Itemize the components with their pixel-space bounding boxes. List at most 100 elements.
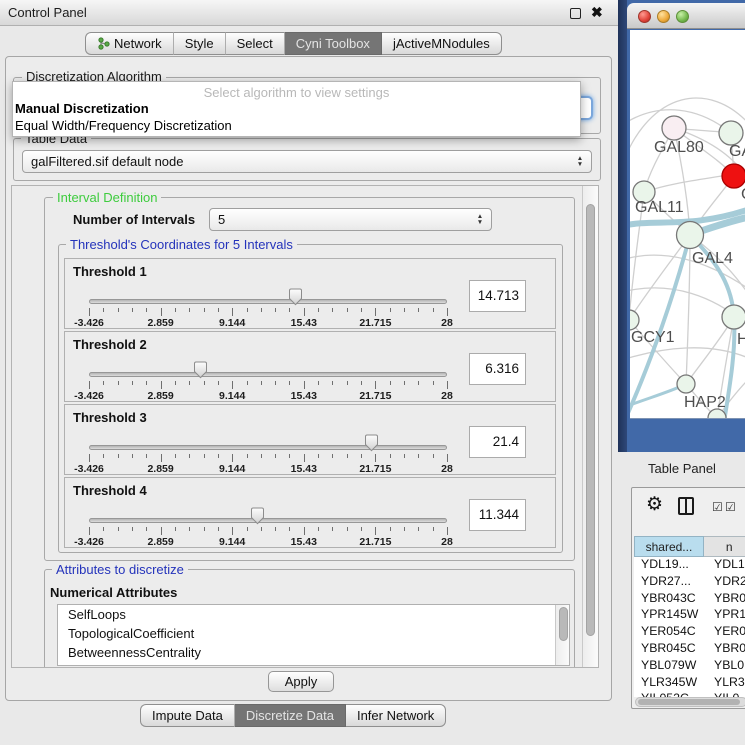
cell: YER0	[705, 624, 745, 641]
network-graph: GAL80 GA C GAL11 GAL4 GCY1 H HAP2	[630, 30, 745, 419]
list-item-selfloops[interactable]: SelfLoops	[58, 605, 569, 624]
cell: YBR0	[705, 641, 745, 658]
list-item-betweennesscentrality[interactable]: BetweennessCentrality	[58, 643, 569, 662]
algorithm-dropdown-popup: Select algorithm to view settings Manual…	[12, 81, 581, 137]
column-header-shared-name[interactable]: shared...	[634, 536, 704, 557]
node-label-gal80: GAL80	[654, 139, 704, 156]
network-window-titlebar[interactable]	[627, 3, 745, 29]
network-icon	[97, 37, 110, 50]
popup-item-equal-width-frequency[interactable]: Equal Width/Frequency Discretization	[13, 117, 580, 134]
tab-style-label: Style	[185, 36, 214, 51]
node-label-gal4: GAL4	[692, 250, 733, 267]
node-gal80[interactable]	[662, 116, 686, 140]
settings-scroll-pane: Interval Definition Number of Intervals …	[11, 185, 599, 668]
node-gal4[interactable]	[677, 222, 704, 249]
threshold-3-slider[interactable]	[89, 445, 447, 450]
threshold-2-value-field[interactable]: 6.316	[469, 353, 526, 385]
number-of-intervals-combobox[interactable]: 5 ▲▼	[209, 208, 492, 231]
table-horizontal-scrollbar[interactable]	[635, 697, 745, 707]
popup-item-manual-discretization[interactable]: Manual Discretization	[13, 100, 580, 117]
tab-cyni-toolbox[interactable]: Cyni Toolbox	[285, 32, 382, 55]
threshold-4-slider[interactable]	[89, 518, 447, 523]
tick-label: 21.715	[359, 463, 391, 475]
table-horizontal-scrollbar-thumb[interactable]	[638, 699, 740, 705]
node-ga[interactable]	[719, 121, 743, 145]
slider-ticks	[89, 454, 447, 463]
tick-label: 2.859	[147, 317, 173, 329]
tab-jactive-label: jActiveMNodules	[393, 36, 490, 51]
tick-label: 15.43	[291, 536, 317, 548]
tab-select[interactable]: Select	[226, 32, 285, 55]
tick-label: 28	[441, 536, 453, 548]
threshold-3-value-field[interactable]: 21.4	[469, 426, 526, 458]
cell: YLR3	[705, 675, 745, 692]
threshold-4-value-field[interactable]: 11.344	[469, 499, 526, 531]
table-row[interactable]: YBR043CYBR0	[634, 591, 745, 608]
list-item-topologicalcoefficient[interactable]: TopologicalCoefficient	[58, 624, 569, 643]
settings-scrollbar-thumb[interactable]	[586, 204, 595, 636]
cell: YBR0	[705, 591, 745, 608]
tab-infer-network[interactable]: Infer Network	[346, 704, 446, 727]
node-gcy1[interactable]	[630, 310, 639, 330]
node-label-gal11: GAL11	[635, 199, 684, 216]
apply-button[interactable]: Apply	[268, 671, 334, 692]
checkbox-icon[interactable]: ☑	[712, 500, 723, 514]
tick-label: 2.859	[147, 463, 173, 475]
column-header-name[interactable]: n	[704, 536, 745, 557]
node-label-h: H	[737, 331, 745, 348]
table-header-row: shared... n	[634, 536, 745, 557]
tab-network[interactable]: Network	[85, 32, 174, 55]
table-row[interactable]: YBR045CYBR0	[634, 641, 745, 658]
node-hap2[interactable]	[677, 375, 695, 393]
tick-label: 28	[441, 463, 453, 475]
table-row[interactable]: YER054CYER0	[634, 624, 745, 641]
tab-jactivemnodules[interactable]: jActiveMNodules	[382, 32, 502, 55]
table-row[interactable]: YBL079WYBL0	[634, 658, 745, 675]
column-settings-icon[interactable]	[678, 497, 694, 515]
table-data-combobox[interactable]: galFiltered.sif default node ▲▼	[22, 150, 592, 173]
cell: YBR043C	[634, 591, 705, 608]
thresholds-group-label: Threshold's Coordinates for 5 Intervals	[66, 237, 297, 252]
node-h[interactable]	[722, 305, 745, 329]
node-label-hap2: HAP2	[684, 394, 726, 411]
cell: YER054C	[634, 624, 705, 641]
list-scrollbar-thumb[interactable]	[559, 607, 568, 641]
gear-icon[interactable]: ⚙	[646, 493, 663, 516]
table-row[interactable]: YPR145WYPR1	[634, 607, 745, 624]
close-icon[interactable]: ✖	[591, 4, 603, 21]
checkbox-icon[interactable]: ☑	[725, 500, 736, 514]
cell: YPR1	[705, 607, 745, 624]
threshold-2-row: Threshold 2 -3.426 2.859 9.144 15.43 21.…	[64, 331, 556, 402]
tab-discretize-data[interactable]: Discretize Data	[235, 704, 346, 727]
tick-label: 9.144	[219, 317, 245, 329]
cell: YBL079W	[634, 658, 705, 675]
slider-thumb[interactable]	[288, 288, 303, 306]
tick-label: 15.43	[291, 463, 317, 475]
table-row[interactable]: YDR27...YDR2	[634, 574, 745, 591]
threshold-2-slider[interactable]	[89, 372, 447, 377]
slider-thumb[interactable]	[250, 507, 265, 525]
node-red[interactable]	[722, 164, 745, 188]
float-window-icon[interactable]	[570, 8, 581, 19]
popup-hint: Select algorithm to view settings	[13, 82, 580, 100]
table-data-value: galFiltered.sif default node	[31, 154, 183, 169]
slider-thumb[interactable]	[193, 361, 208, 379]
threshold-1-slider[interactable]	[89, 299, 447, 304]
zoom-traffic-light[interactable]	[676, 10, 689, 23]
network-canvas[interactable]: GAL80 GA C GAL11 GAL4 GCY1 H HAP2	[630, 30, 745, 419]
close-traffic-light[interactable]	[638, 10, 651, 23]
minimize-traffic-light[interactable]	[657, 10, 670, 23]
tab-impute-data[interactable]: Impute Data	[140, 704, 235, 727]
tab-style[interactable]: Style	[174, 32, 226, 55]
list-scrollbar[interactable]	[555, 605, 569, 665]
threshold-1-value-field[interactable]: 14.713	[469, 280, 526, 312]
node-label-ga: GA	[729, 143, 745, 160]
table-row[interactable]: YDL19...YDL1	[634, 557, 745, 574]
slider-thumb[interactable]	[364, 434, 379, 452]
settings-scrollbar[interactable]	[582, 186, 598, 667]
number-of-intervals-value: 5	[218, 212, 225, 227]
table-row[interactable]: YLR345WYLR3	[634, 675, 745, 692]
combo-spinner-icon: ▲▼	[574, 152, 586, 171]
threshold-3-row: Threshold 3 -3.426 2.859 9.144 15.43 21.…	[64, 404, 556, 475]
cell: YBR045C	[634, 641, 705, 658]
